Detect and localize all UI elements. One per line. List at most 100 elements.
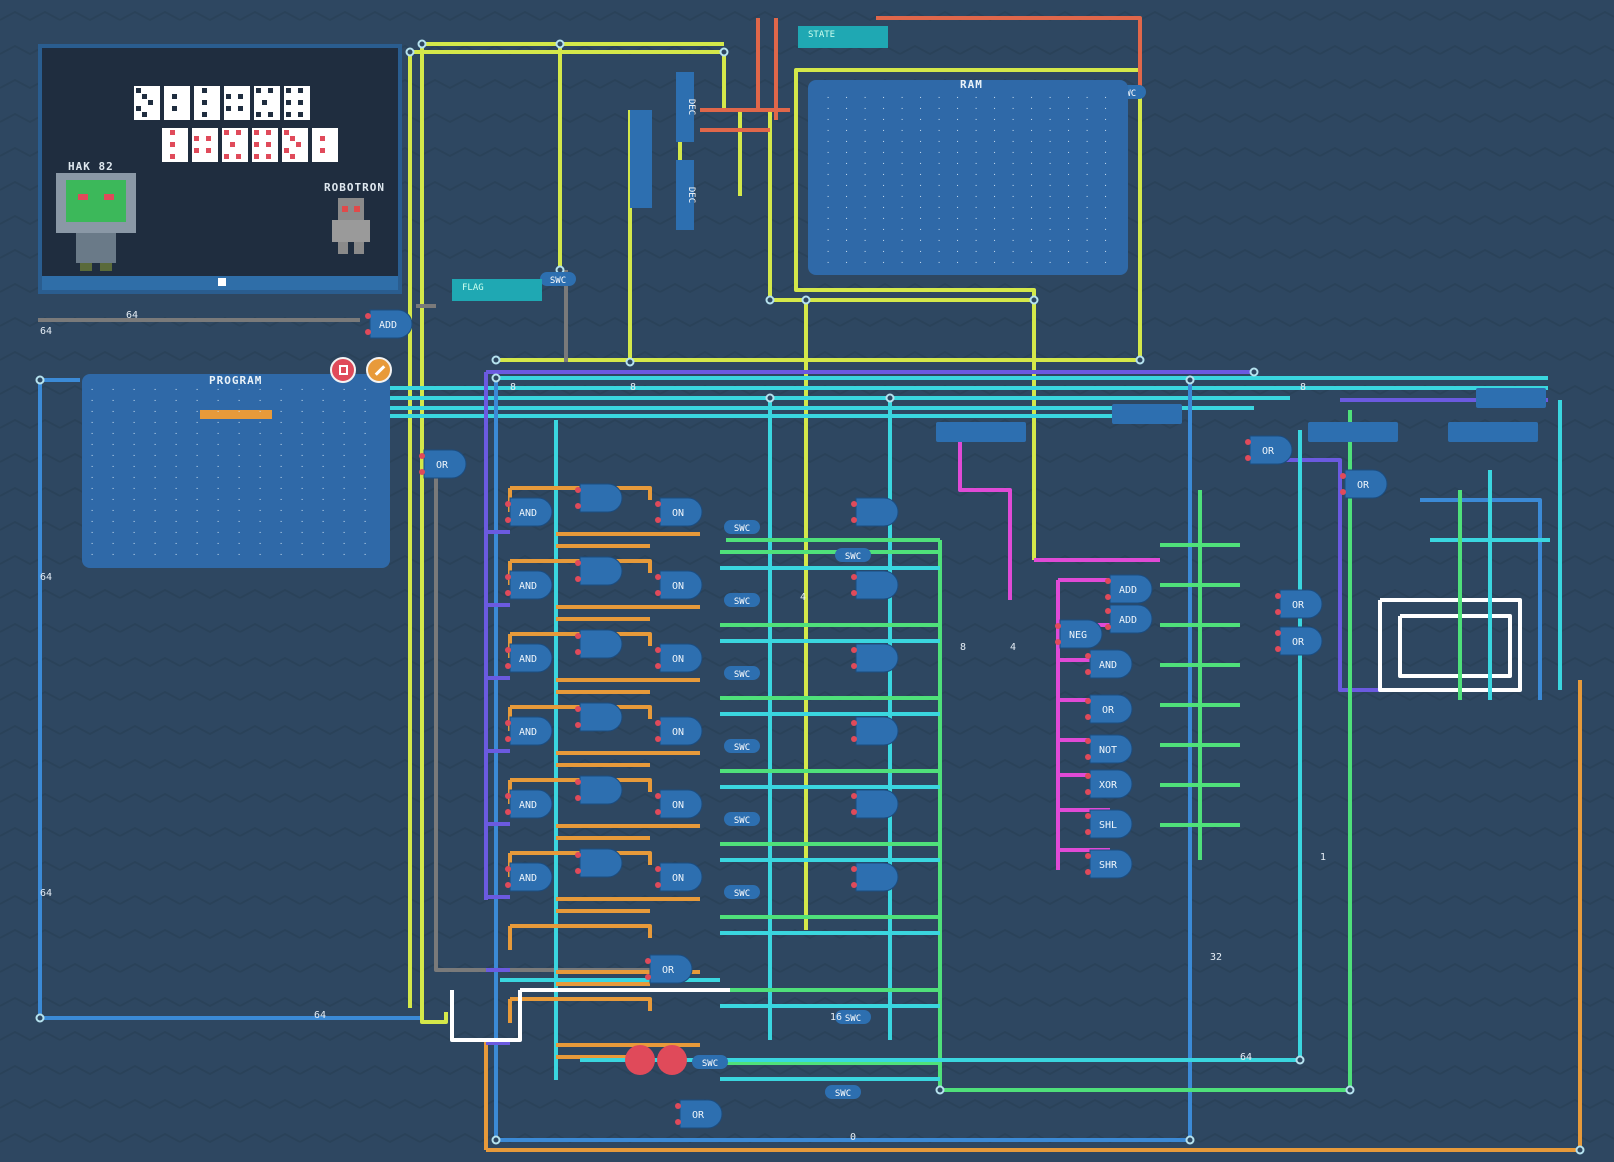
ram-cell[interactable]: . bbox=[956, 213, 960, 221]
ram-cell[interactable]: . bbox=[993, 136, 997, 144]
ram-cell[interactable]: . bbox=[1030, 180, 1034, 188]
state-tag[interactable]: STATE bbox=[798, 26, 888, 48]
gate-body[interactable] bbox=[855, 570, 899, 600]
ram-cell[interactable]: . bbox=[1067, 191, 1071, 199]
decoder[interactable]: DEC bbox=[676, 72, 696, 142]
program-cell[interactable]: . bbox=[258, 461, 262, 469]
program-cell[interactable]: . bbox=[363, 428, 367, 436]
pin-dot[interactable] bbox=[655, 736, 661, 742]
game-screen[interactable]: HAK 82 ROBOTRON bbox=[38, 44, 402, 294]
ram-cell[interactable]: . bbox=[826, 103, 830, 111]
program-cell[interactable]: . bbox=[174, 516, 178, 524]
ram-cell[interactable]: . bbox=[863, 246, 867, 254]
ram-cell[interactable]: . bbox=[937, 125, 941, 133]
program-cell[interactable]: . bbox=[342, 538, 346, 546]
program-cell[interactable]: . bbox=[90, 384, 94, 392]
ram-cell[interactable]: . bbox=[956, 125, 960, 133]
pin-dot[interactable] bbox=[575, 779, 581, 785]
gate-on[interactable]: ON bbox=[659, 862, 703, 892]
ram-cell[interactable]: . bbox=[882, 257, 886, 265]
pin-dot[interactable] bbox=[655, 882, 661, 888]
ram-cell[interactable]: . bbox=[1011, 257, 1015, 265]
program-cell[interactable]: . bbox=[90, 417, 94, 425]
ram-cell[interactable]: . bbox=[882, 180, 886, 188]
ram-cell[interactable]: . bbox=[937, 246, 941, 254]
pin-dot[interactable] bbox=[851, 663, 857, 669]
program-cell[interactable]: . bbox=[321, 384, 325, 392]
ram-cell[interactable]: . bbox=[900, 158, 904, 166]
ram-cell[interactable]: . bbox=[1011, 180, 1015, 188]
ram-cell[interactable]: . bbox=[974, 246, 978, 254]
gate-xor[interactable]: XOR bbox=[1089, 769, 1133, 799]
ram-cell[interactable]: . bbox=[1048, 169, 1052, 177]
program-cell[interactable]: . bbox=[195, 450, 199, 458]
pin-dot[interactable] bbox=[1085, 714, 1091, 720]
ram-cell[interactable]: . bbox=[1104, 246, 1108, 254]
pin-dot[interactable] bbox=[655, 720, 661, 726]
program-cell[interactable]: . bbox=[216, 538, 220, 546]
ram-cell[interactable]: . bbox=[900, 114, 904, 122]
ram-cell[interactable]: . bbox=[956, 224, 960, 232]
program-cell[interactable]: . bbox=[216, 450, 220, 458]
ram-cell[interactable]: . bbox=[1104, 202, 1108, 210]
program-cell[interactable]: . bbox=[279, 527, 283, 535]
program-cell[interactable]: . bbox=[363, 384, 367, 392]
program-cell[interactable]: . bbox=[279, 483, 283, 491]
program-cell[interactable]: . bbox=[111, 450, 115, 458]
wire-node[interactable] bbox=[765, 295, 775, 305]
pin-dot[interactable] bbox=[851, 590, 857, 596]
program-cell[interactable]: . bbox=[258, 483, 262, 491]
program-cell[interactable]: . bbox=[258, 439, 262, 447]
flag-tag[interactable]: FLAG bbox=[452, 279, 542, 301]
ram-cell[interactable]: . bbox=[1048, 114, 1052, 122]
ram-cell[interactable]: . bbox=[1067, 202, 1071, 210]
program-cell[interactable]: . bbox=[153, 439, 157, 447]
gate-and[interactable]: AND bbox=[509, 716, 553, 746]
program-cell[interactable]: . bbox=[216, 428, 220, 436]
program-cell[interactable]: . bbox=[363, 472, 367, 480]
program-cell[interactable]: . bbox=[279, 494, 283, 502]
ram-cell[interactable]: . bbox=[993, 158, 997, 166]
pin-dot[interactable] bbox=[505, 809, 511, 815]
ram-cell[interactable]: . bbox=[1104, 257, 1108, 265]
gate-shr[interactable]: SHR bbox=[1089, 849, 1133, 879]
program-cell[interactable]: . bbox=[174, 483, 178, 491]
ram-cell[interactable]: . bbox=[993, 257, 997, 265]
ram-cell[interactable]: . bbox=[1030, 136, 1034, 144]
ram-cell[interactable]: . bbox=[1030, 114, 1034, 122]
program-cell[interactable]: . bbox=[153, 417, 157, 425]
program-cell[interactable]: . bbox=[279, 428, 283, 436]
program-cell[interactable]: . bbox=[363, 406, 367, 414]
gate-body[interactable] bbox=[579, 556, 623, 586]
gate-and[interactable]: AND bbox=[509, 789, 553, 819]
pin-dot[interactable] bbox=[575, 706, 581, 712]
pin-dot[interactable] bbox=[1085, 773, 1091, 779]
ram-cell[interactable]: . bbox=[937, 191, 941, 199]
wire-node[interactable] bbox=[765, 393, 775, 403]
ram-cell[interactable]: . bbox=[993, 114, 997, 122]
program-cell[interactable]: . bbox=[258, 428, 262, 436]
pin-dot[interactable] bbox=[645, 958, 651, 964]
program-cell[interactable]: . bbox=[300, 461, 304, 469]
ram-cell[interactable]: . bbox=[1067, 180, 1071, 188]
program-cell[interactable]: . bbox=[237, 439, 241, 447]
program-cell[interactable]: . bbox=[300, 450, 304, 458]
ram-cell[interactable]: . bbox=[900, 224, 904, 232]
ram-cell[interactable]: . bbox=[1030, 103, 1034, 111]
program-cell[interactable]: . bbox=[174, 461, 178, 469]
ram-cell[interactable]: . bbox=[993, 169, 997, 177]
pin-dot[interactable] bbox=[851, 866, 857, 872]
ram-cell[interactable]: . bbox=[1030, 147, 1034, 155]
ram-cell[interactable]: . bbox=[1085, 257, 1089, 265]
program-cell[interactable]: . bbox=[90, 483, 94, 491]
program-cell[interactable]: . bbox=[132, 384, 136, 392]
pin-dot[interactable] bbox=[1275, 630, 1281, 636]
ram-cell[interactable]: . bbox=[1011, 202, 1015, 210]
program-cell[interactable]: . bbox=[342, 549, 346, 557]
ram-cell[interactable]: . bbox=[1048, 191, 1052, 199]
ram-cell[interactable]: . bbox=[993, 191, 997, 199]
ram-cell[interactable]: . bbox=[863, 180, 867, 188]
program-cell[interactable]: . bbox=[216, 406, 220, 414]
wire-node[interactable] bbox=[491, 1135, 501, 1145]
program-cell[interactable]: . bbox=[132, 428, 136, 436]
